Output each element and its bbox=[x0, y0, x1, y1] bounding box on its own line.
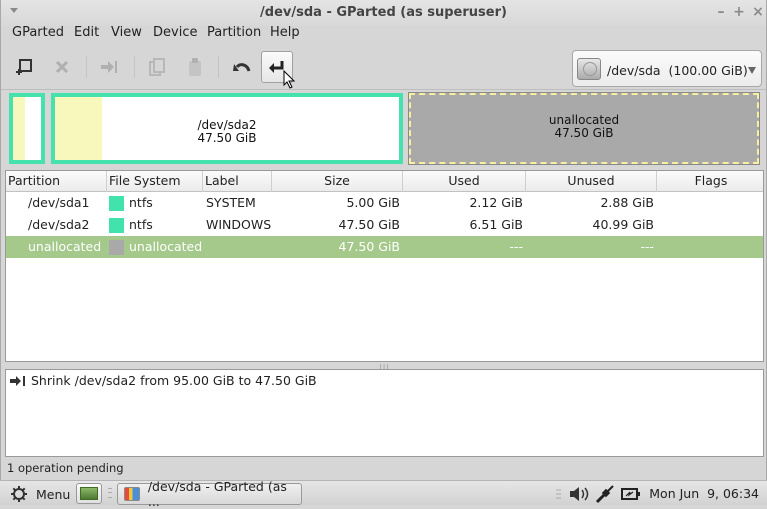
column-header-unused[interactable]: Unused bbox=[526, 171, 657, 192]
partition-size: 47.50 GiB bbox=[554, 126, 614, 140]
toolbar-separator bbox=[86, 56, 87, 78]
size-cell: 5.00 GiB bbox=[346, 195, 400, 210]
disk-map-partition-sda2[interactable]: /dev/sda2 47.50 GiB bbox=[51, 93, 403, 164]
partition-cell: /dev/sda2 bbox=[28, 217, 90, 232]
resize-move-button[interactable] bbox=[93, 51, 125, 83]
maximize-button[interactable]: + bbox=[731, 4, 747, 20]
menu-partition[interactable]: Partition bbox=[207, 25, 261, 40]
filesystem-color-swatch bbox=[109, 196, 124, 211]
partition-cell: unallocated bbox=[28, 239, 102, 254]
table-header: Partition File System Label Size Used Un… bbox=[6, 171, 763, 192]
clock[interactable]: Mon Jun 9, 06:34 bbox=[649, 486, 759, 501]
status-bar-text: 1 operation pending bbox=[7, 461, 124, 475]
unused-cell: 40.99 GiB bbox=[592, 217, 655, 232]
start-menu-button[interactable]: Menu bbox=[10, 485, 70, 503]
window-title: /dev/sda - GParted (as superuser) bbox=[260, 5, 507, 20]
menu-help[interactable]: Help bbox=[270, 25, 300, 40]
used-space-bar bbox=[13, 97, 25, 160]
used-cell: 6.51 GiB bbox=[469, 217, 523, 232]
device-selector[interactable]: /dev/sda (100.00 GiB) bbox=[572, 50, 762, 87]
column-header-size[interactable]: Size bbox=[272, 171, 403, 192]
size-cell: 47.50 GiB bbox=[338, 239, 401, 254]
panel-grip bbox=[108, 488, 112, 498]
minimize-button[interactable]: – bbox=[713, 4, 729, 20]
column-header-filesystem[interactable]: File System bbox=[107, 171, 203, 192]
unused-cell: 2.88 GiB bbox=[600, 195, 654, 210]
volume-icon[interactable] bbox=[569, 486, 589, 502]
toolbar: /dev/sda (100.00 GiB) bbox=[1, 44, 766, 90]
network-icon[interactable] bbox=[595, 484, 615, 504]
tray-grip-icon bbox=[556, 489, 562, 498]
filesystem-color-swatch bbox=[109, 240, 124, 255]
resize-move-icon bbox=[101, 61, 117, 73]
disk-map-partition-sda1[interactable] bbox=[9, 93, 45, 164]
operation-item[interactable]: Shrink /dev/sda2 from 95.00 GiB to 47.50… bbox=[9, 373, 317, 388]
delete-icon bbox=[55, 60, 69, 74]
hard-disk-icon bbox=[577, 58, 601, 80]
menu-device[interactable]: Device bbox=[153, 25, 197, 40]
mouse-cursor-icon bbox=[283, 70, 296, 89]
disk-map-unallocated[interactable]: unallocated 47.50 GiB bbox=[408, 92, 760, 165]
column-header-used[interactable]: Used bbox=[403, 171, 526, 192]
paste-icon bbox=[189, 58, 201, 76]
used-cell: 2.12 GiB bbox=[469, 195, 523, 210]
title-bar: /dev/sda - GParted (as superuser) – + × bbox=[1, 0, 766, 26]
taskbar-item-gparted[interactable]: /dev/sda - GParted (as ... bbox=[117, 479, 302, 509]
undo-icon bbox=[233, 63, 251, 72]
close-button[interactable]: × bbox=[750, 4, 766, 20]
label-cell: SYSTEM bbox=[206, 195, 256, 210]
dropdown-arrow-icon bbox=[748, 67, 756, 74]
menu-edit[interactable]: Edit bbox=[74, 25, 99, 40]
new-partition-button[interactable] bbox=[8, 51, 40, 83]
operation-text: Shrink /dev/sda2 from 95.00 GiB to 47.50… bbox=[31, 373, 317, 388]
filesystem-cell: ntfs bbox=[129, 195, 153, 210]
partition-size: 47.50 GiB bbox=[197, 131, 257, 145]
label-cell: WINDOWS bbox=[206, 217, 272, 232]
partition-cell: /dev/sda1 bbox=[28, 195, 90, 210]
battery-icon[interactable] bbox=[621, 487, 641, 501]
copy-icon bbox=[149, 58, 165, 76]
column-header-flags[interactable]: Flags bbox=[657, 171, 765, 192]
menu-label: Menu bbox=[36, 486, 71, 502]
gear-icon bbox=[11, 486, 27, 502]
used-cell: --- bbox=[509, 239, 523, 254]
show-desktop-button[interactable] bbox=[76, 483, 102, 504]
gparted-window: /dev/sda - GParted (as superuser) – + × … bbox=[0, 0, 767, 480]
new-partition-icon bbox=[16, 59, 32, 75]
menu-bar: GParted Edit View Device Partition Help bbox=[1, 24, 766, 44]
menu-gparted[interactable]: GParted bbox=[12, 25, 64, 40]
column-header-label[interactable]: Label bbox=[203, 171, 272, 192]
resize-move-icon bbox=[10, 375, 25, 386]
partition-table: Partition File System Label Size Used Un… bbox=[5, 170, 764, 362]
taskbar-panel: Menu /dev/sda - GParted (as ... Mon Jun … bbox=[0, 479, 767, 509]
toolbar-separator bbox=[218, 56, 219, 78]
unused-cell: --- bbox=[640, 239, 654, 254]
gparted-app-icon bbox=[124, 487, 140, 501]
table-row[interactable]: /dev/sda1 ntfs SYSTEM 5.00 GiB 2.12 GiB … bbox=[6, 192, 763, 214]
delete-button[interactable] bbox=[46, 51, 78, 83]
filesystem-cell: ntfs bbox=[129, 217, 153, 232]
table-row-selected[interactable]: unallocated unallocated 47.50 GiB --- --… bbox=[6, 236, 763, 258]
toolbar-separator bbox=[134, 56, 135, 78]
desktop-icon bbox=[80, 487, 98, 500]
size-cell: 47.50 GiB bbox=[338, 217, 401, 232]
filesystem-color-swatch bbox=[109, 218, 124, 233]
disk-map: /dev/sda2 47.50 GiB unallocated 47.50 Gi… bbox=[6, 92, 763, 165]
filesystem-cell: unallocated bbox=[129, 239, 203, 254]
column-header-partition[interactable]: Partition bbox=[6, 171, 107, 192]
table-row[interactable]: /dev/sda2 ntfs WINDOWS 47.50 GiB 6.51 Gi… bbox=[6, 214, 763, 236]
copy-button[interactable] bbox=[141, 51, 173, 83]
undo-button[interactable] bbox=[226, 51, 258, 83]
menu-view[interactable]: View bbox=[111, 25, 142, 40]
pending-operations-list: Shrink /dev/sda2 from 95.00 GiB to 47.50… bbox=[5, 369, 764, 457]
paste-button[interactable] bbox=[179, 51, 211, 83]
device-selector-label: /dev/sda (100.00 GiB) bbox=[607, 63, 748, 78]
system-tray: Mon Jun 9, 06:34 bbox=[555, 481, 767, 506]
